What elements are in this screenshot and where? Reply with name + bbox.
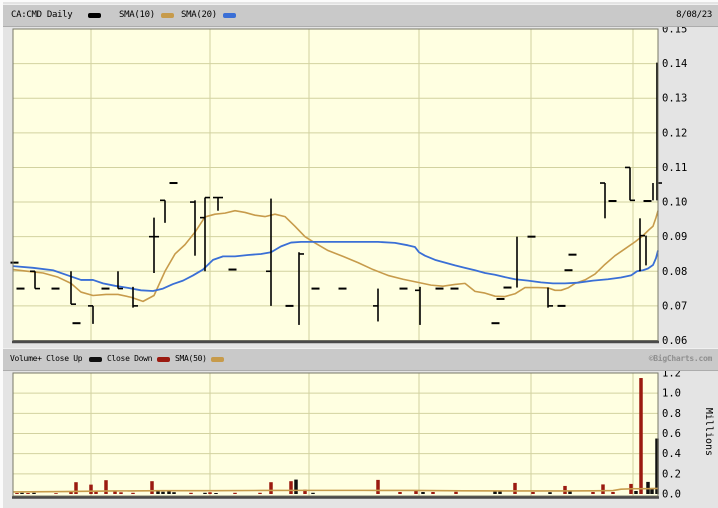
svg-text:0.11: 0.11 [662, 162, 687, 174]
sma10-swatch [161, 13, 174, 18]
bigcharts-watermark: ©BigCharts.com [648, 354, 713, 363]
svg-text:0.13: 0.13 [662, 93, 687, 105]
svg-text:0.06: 0.06 [662, 335, 687, 347]
sma20-label: SMA(20) [181, 10, 217, 20]
svg-text:0.10: 0.10 [662, 197, 687, 209]
volume-close-up-label: Volume+ Close Up [10, 354, 83, 363]
close-up-swatch [89, 357, 102, 362]
svg-text:0.12: 0.12 [662, 127, 687, 139]
volume-axis-unit-label: Millions [703, 408, 714, 456]
svg-text:0.08: 0.08 [662, 266, 687, 278]
svg-text:0.6: 0.6 [662, 428, 681, 440]
svg-text:0.8: 0.8 [662, 408, 681, 420]
price-legend-bar: CA:CMD Daily SMA(10) SMA(20) 8/08/23 [3, 4, 718, 27]
close-down-swatch [157, 357, 170, 362]
sma50-label: SMA(50) [175, 354, 207, 363]
svg-text:0.07: 0.07 [662, 300, 687, 312]
svg-text:0.09: 0.09 [662, 231, 687, 243]
volume-legend-bar: Volume+ Close Up Close Down SMA(50) ©Big… [3, 348, 718, 371]
bigcharts-window: 0.15 0.14 0.13 0.12 0.11 0.10 0.09 0.08 0.07 0.06… [0, 0, 718, 508]
date-label: 8/08/23 [676, 10, 712, 20]
svg-text:0.2: 0.2 [662, 468, 681, 480]
sma10-label: SMA(10) [119, 10, 155, 20]
svg-text:1.0: 1.0 [662, 388, 681, 400]
svg-text:0.0: 0.0 [662, 489, 681, 501]
close-down-label: Close Down [107, 354, 153, 363]
price-volume-chart-svg: 0.150.140.130.120.110.100.090.080.070.06… [10, 24, 714, 501]
sma50-swatch [211, 357, 224, 362]
svg-text:0.14: 0.14 [662, 58, 687, 70]
price-series-swatch [88, 13, 101, 18]
symbol-timeframe-label: CA:CMD Daily [11, 10, 73, 20]
sma20-swatch [223, 13, 236, 18]
svg-text:0.4: 0.4 [662, 448, 681, 460]
